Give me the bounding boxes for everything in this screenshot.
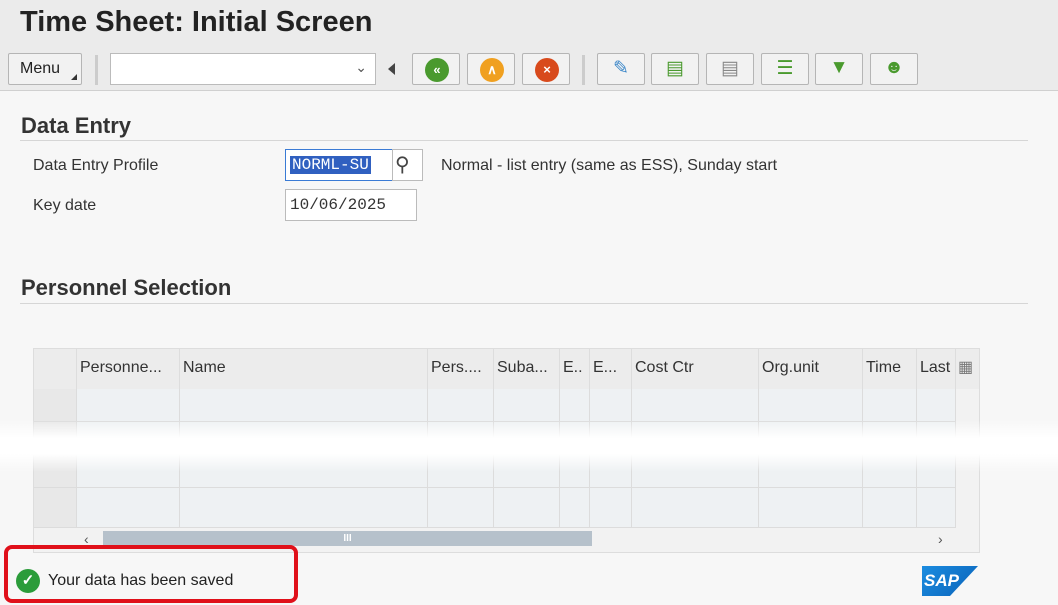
table-cell[interactable] — [77, 389, 180, 422]
profile-value: NORML-SU — [290, 156, 371, 174]
back-button[interactable]: « — [412, 53, 460, 85]
profile-input[interactable]: NORML-SU — [285, 149, 393, 181]
column-header[interactable]: Pers.... — [428, 349, 494, 389]
horizontal-scrollbar[interactable]: III — [103, 531, 592, 546]
release-icon: ☰ — [776, 58, 794, 79]
select-all-header[interactable] — [34, 349, 77, 389]
column-header[interactable]: E... — [590, 349, 632, 389]
table-cell[interactable] — [590, 488, 632, 528]
status-message: Your data has been saved — [48, 572, 234, 589]
separator — [95, 55, 98, 85]
search-icon: ⚲ — [395, 155, 410, 178]
value-help-button[interactable]: ⚲ — [392, 149, 423, 181]
back-icon: « — [425, 58, 449, 82]
column-header[interactable]: Time — [863, 349, 917, 389]
personnel-button[interactable]: ☻ — [870, 53, 918, 85]
scroll-right-icon[interactable]: › — [938, 531, 943, 547]
chevron-down-icon[interactable]: ⌄ — [355, 59, 367, 76]
page-title: Time Sheet: Initial Screen — [20, 6, 373, 38]
keydate-label: Key date — [33, 197, 97, 214]
pencil-icon: ✎ — [613, 58, 629, 79]
table-cell[interactable] — [180, 488, 428, 528]
divider — [20, 140, 1028, 141]
column-header[interactable]: Suba... — [494, 349, 560, 389]
table-cell[interactable] — [560, 389, 590, 422]
divider — [20, 303, 1028, 304]
menu-button[interactable]: Menu — [8, 53, 82, 85]
column-header[interactable]: Last — [917, 349, 956, 389]
column-header[interactable]: Org.unit — [759, 349, 863, 389]
column-header[interactable]: E.. — [560, 349, 590, 389]
column-header[interactable]: Cost Ctr — [632, 349, 759, 389]
edit-button[interactable]: ✎ — [597, 53, 645, 85]
table-cell[interactable] — [863, 389, 917, 422]
release-button[interactable]: ☰ — [761, 53, 809, 85]
enter-times-button[interactable]: ▤ — [651, 53, 699, 85]
success-check-icon: ✓ — [16, 569, 40, 593]
blur-overlay — [0, 420, 1058, 472]
section-heading-personnel: Personnel Selection — [21, 275, 232, 300]
table-cell[interactable] — [863, 488, 917, 528]
column-header[interactable]: Personne... — [77, 349, 180, 389]
section-heading-data-entry: Data Entry — [21, 113, 132, 138]
table-cell[interactable] — [77, 488, 180, 528]
approve-button[interactable]: ▼ — [815, 53, 863, 85]
row-selector[interactable] — [34, 488, 77, 528]
cancel-button[interactable]: × — [522, 53, 570, 85]
row-selector[interactable] — [34, 389, 77, 422]
table-cell[interactable] — [632, 389, 759, 422]
separator — [582, 55, 585, 85]
profile-label: Data Entry Profile — [33, 157, 159, 174]
display-times-button[interactable]: ▤ — [706, 53, 754, 85]
table-cell[interactable] — [494, 389, 560, 422]
command-field[interactable]: ⌄ — [110, 53, 376, 85]
exit-button[interactable]: ∧ — [467, 53, 515, 85]
table-cell[interactable] — [759, 389, 863, 422]
profile-description: Normal - list entry (same as ESS), Sunda… — [441, 157, 778, 174]
table-cell[interactable] — [917, 389, 956, 422]
column-settings-icon[interactable]: ▦ — [956, 349, 980, 389]
table-cell[interactable] — [759, 488, 863, 528]
keydate-input[interactable]: 10/06/2025 — [285, 189, 417, 221]
table-cell[interactable] — [590, 389, 632, 422]
table-cell[interactable] — [428, 488, 494, 528]
cancel-icon: × — [535, 58, 559, 82]
personnel-icon: ☻ — [884, 57, 904, 78]
exit-icon: ∧ — [480, 58, 504, 82]
enter-times-icon: ▤ — [666, 58, 684, 79]
table-cell[interactable] — [428, 389, 494, 422]
filter-icon: ▼ — [829, 57, 849, 78]
table-cell[interactable] — [632, 488, 759, 528]
display-times-icon: ▤ — [721, 58, 739, 79]
toolbar: Menu ⌄ « ∧ × ✎ ▤ ▤ ☰ ▼ ☻ — [0, 47, 1058, 91]
column-header[interactable]: Name — [180, 349, 428, 389]
sap-logo: SAP — [922, 566, 978, 596]
table-cell[interactable] — [917, 488, 956, 528]
collapse-arrow-icon[interactable] — [388, 63, 395, 75]
table-cell[interactable] — [560, 488, 590, 528]
title-bar: Time Sheet: Initial Screen — [0, 0, 1058, 47]
table-cell[interactable] — [494, 488, 560, 528]
table-cell[interactable] — [180, 389, 428, 422]
